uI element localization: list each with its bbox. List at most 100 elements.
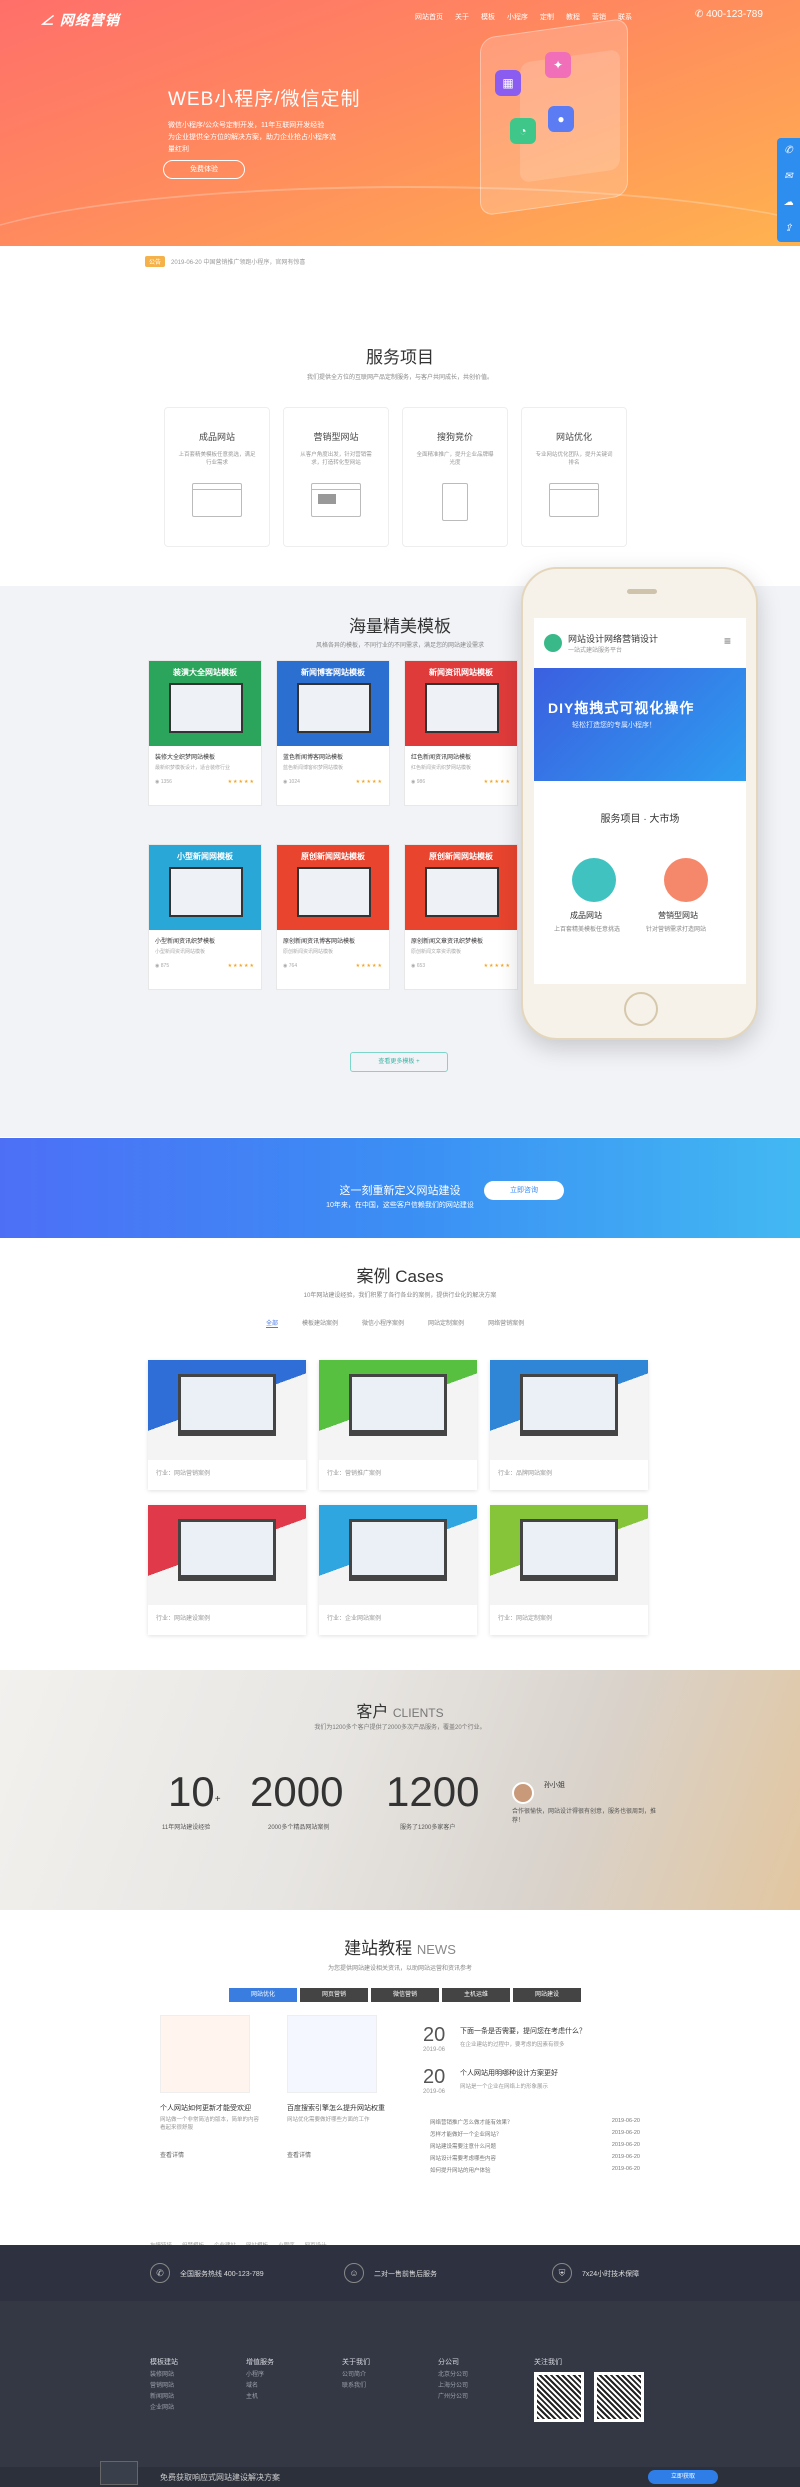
template-view-count: 1024 [288,779,300,785]
template-preview: 新闻博客网站模板 [277,661,389,746]
consult-button[interactable]: 立即咨询 [484,1181,564,1200]
news-list-item[interactable]: 网站设计需要考虑哪些内容 2019-06-20 [430,2154,640,2162]
tab-all[interactable]: 全部 [266,1318,279,1328]
case-card[interactable]: 行业：企业网站案例 [319,1505,477,1635]
news-list-item[interactable]: 网站建设需要注意什么问题 2019-06-20 [430,2142,640,2150]
template-card[interactable]: 原创新闻网站模板 原创新闻资讯博客网站模板 原创新闻资讯网站模板 ◉ 764 ★★★★★ [276,844,390,990]
get-solution-button[interactable]: 立即获取 [648,2470,718,2484]
footer-link[interactable]: 北京分公司 [438,2370,468,2381]
tab-marketing-cases[interactable]: 网络营销案例 [488,1318,524,1328]
case-image [148,1505,306,1605]
footer-link[interactable]: 企业网站 [150,2403,178,2414]
nav-item-home[interactable]: 网站首页 [415,12,443,22]
nav-item-marketing[interactable]: 营销 [592,12,606,22]
nav-item-tutorial[interactable]: 教程 [566,12,580,22]
news-list-item[interactable]: 怎样才能做好一个企业网站？ 2019-06-20 [430,2130,640,2138]
article-title[interactable]: 百度搜索引擎怎么提升网站权重 [287,2103,387,2113]
news-list-title[interactable]: 网站建设需要注意什么问题 [430,2142,496,2150]
shield-icon: ⛨ [552,2263,572,2283]
layout-icon [311,483,361,517]
message-icon[interactable]: ✉ [777,164,800,190]
carousel-dot[interactable] [376,277,382,283]
footer-link[interactable]: 营销网站 [150,2381,178,2392]
news-list-item[interactable]: 网络营销推广怎么做才能有效果？ 2019-06-20 [430,2118,640,2126]
news-feature-title[interactable]: 下面一条是否需要，提问您在考虑什么？ [460,2026,586,2036]
phone-icon[interactable]: ✆ [777,138,800,164]
tab-wechat-marketing[interactable]: 微信营销 [371,1988,439,2002]
nav-item-miniprogram[interactable]: 小程序 [507,12,528,22]
clients-title-en: CLIENTS [392,1706,444,1720]
news-list-item[interactable]: 如何提升网站的用户体验 2019-06-20 [430,2166,640,2174]
tab-hosting[interactable]: 主机运维 [442,1988,510,2002]
news-feature-title[interactable]: 个人网站用明哪种设计方案更好 [460,2068,558,2078]
footer-link[interactable]: 上海分公司 [438,2381,468,2392]
carousel-dot[interactable] [387,277,393,283]
tab-web-marketing[interactable]: 网页营销 [300,1988,368,2002]
case-card[interactable]: 行业：网站营销案例 [148,1360,306,1490]
more-templates-button[interactable]: 查看更多模板 + [350,1052,448,1072]
news-month: 2019-06 [423,2089,446,2095]
news-list-title[interactable]: 如何提升网站的用户体验 [430,2166,491,2174]
footer-link[interactable]: 公司简介 [342,2370,370,2381]
carousel-dots[interactable] [376,277,427,283]
free-trial-button[interactable]: 免费体验 [163,160,245,179]
case-label: 行业：营销推广案例 [327,1471,382,1477]
share-icon[interactable]: ⇪ [777,216,800,242]
news-list-title[interactable]: 网络营销推广怎么做才能有效果？ [430,2118,513,2126]
service-card[interactable]: 搜狗竞价 全面精准推广，提升企业品牌曝光度 [402,407,508,547]
article-thumbnail[interactable] [287,2015,377,2093]
nav-item-custom[interactable]: 定制 [540,12,554,22]
tab-custom-cases[interactable]: 网站定制案例 [428,1318,464,1328]
user-icon: ● [548,106,574,132]
nav-item-about[interactable]: 关于 [455,12,469,22]
footer-link[interactable]: 小程序 [246,2370,274,2381]
news-list-title[interactable]: 网站设计需要考虑哪些内容 [430,2154,496,2162]
service-card[interactable]: 营销型网站 从客户角度出发，针对营销需求，打造转化型网站 [283,407,389,547]
service-name: 成品网站 [198,432,235,442]
tab-miniprogram-cases[interactable]: 微信小程序案例 [362,1318,404,1328]
case-card[interactable]: 行业：营销推广案例 [319,1360,477,1490]
notice-text[interactable]: 2019-06-20 中国营销推广领跑小程序，官网有惊喜 [171,257,305,266]
tab-seo[interactable]: 网站优化 [229,1988,297,2002]
article-thumbnail[interactable] [160,2015,250,2093]
nav-item-contact[interactable]: 联系 [618,12,632,22]
avatar [512,1782,534,1804]
footer-link[interactable]: 广州分公司 [438,2392,468,2403]
monitor-icon [425,683,499,733]
tab-web-build[interactable]: 网站建设 [513,1988,581,2002]
case-card[interactable]: 行业：品牌网站案例 [490,1360,648,1490]
tab-template-cases[interactable]: 模板建站案例 [302,1318,338,1328]
qr-code [594,2372,644,2422]
nav-item-templates[interactable]: 模板 [481,12,495,22]
carousel-dot[interactable] [421,277,427,283]
template-card[interactable]: 小型新闻网模板 小型新闻资讯织梦模板 小型新闻资讯网站模板 ◉ 875 ★★★★★ [148,844,262,990]
footer-link[interactable]: 装修网站 [150,2370,178,2381]
clients-title: 客户 CLIENTS [0,1698,800,1722]
service-card[interactable]: 成品网站 上百套精美模板任意挑选，满足行业需求 [164,407,270,547]
service-card[interactable]: 网站优化 专业网站优化团队，提升关键词排名 [521,407,627,547]
case-tabs: 全部 模板建站案例 微信小程序案例 网站定制案例 网络营销案例 [266,1318,524,1328]
footer-link[interactable]: 联系我们 [342,2381,370,2392]
qq-icon[interactable]: ☁ [777,190,800,216]
article-more-link[interactable]: 查看详情 [160,2150,184,2159]
news-tabs: 网站优化 网页营销 微信营销 主机运维 网站建设 [229,1988,581,2002]
template-banner-text: 原创新闻网站模板 [429,852,493,861]
template-card[interactable]: 原创新闻网站模板 原创新闻文章资讯织梦模板 原创新闻文章资讯模板 ◉ 653 ★★★★★ [404,844,518,990]
monitor-icon [169,683,243,733]
case-card[interactable]: 行业：网站建设案例 [148,1505,306,1635]
footer-link[interactable]: 新闻网站 [150,2392,178,2403]
clients-subtitle: 我们为1200多个客户提供了2000多次产品服务，覆盖20个行业。 [314,1725,486,1731]
article-title[interactable]: 个人网站如何更新才能受欢迎 [160,2103,260,2113]
menu-icon[interactable]: ≡ [724,634,731,648]
news-list-title[interactable]: 怎样才能做好一个企业网站？ [430,2130,502,2138]
template-card[interactable]: 装潢大全网站模板 装修大全织梦网站模板 最新织梦模板设计，适合装修行业 ◉ 1356 ★… [148,660,262,806]
article-more-link[interactable]: 查看详情 [287,2150,311,2159]
footer-link[interactable]: 主机 [246,2392,274,2403]
stat-number: 2000 [250,1768,344,1815]
case-card[interactable]: 行业：网站定制案例 [490,1505,648,1635]
carousel-dot-active[interactable] [398,277,416,283]
template-card[interactable]: 新闻博客网站模板 蓝色新闻博客网站模板 蓝色新闻博客织梦网站模板 ◉ 1024 ★★★★… [276,660,390,806]
footer-link[interactable]: 域名 [246,2381,274,2392]
template-card[interactable]: 新闻资讯网站模板 红色新闻资讯网站模板 红色新闻资讯织梦网站模板 ◉ 986 ★★★★★ [404,660,518,806]
site-logo[interactable]: ∠ 网络营销 [40,10,120,30]
